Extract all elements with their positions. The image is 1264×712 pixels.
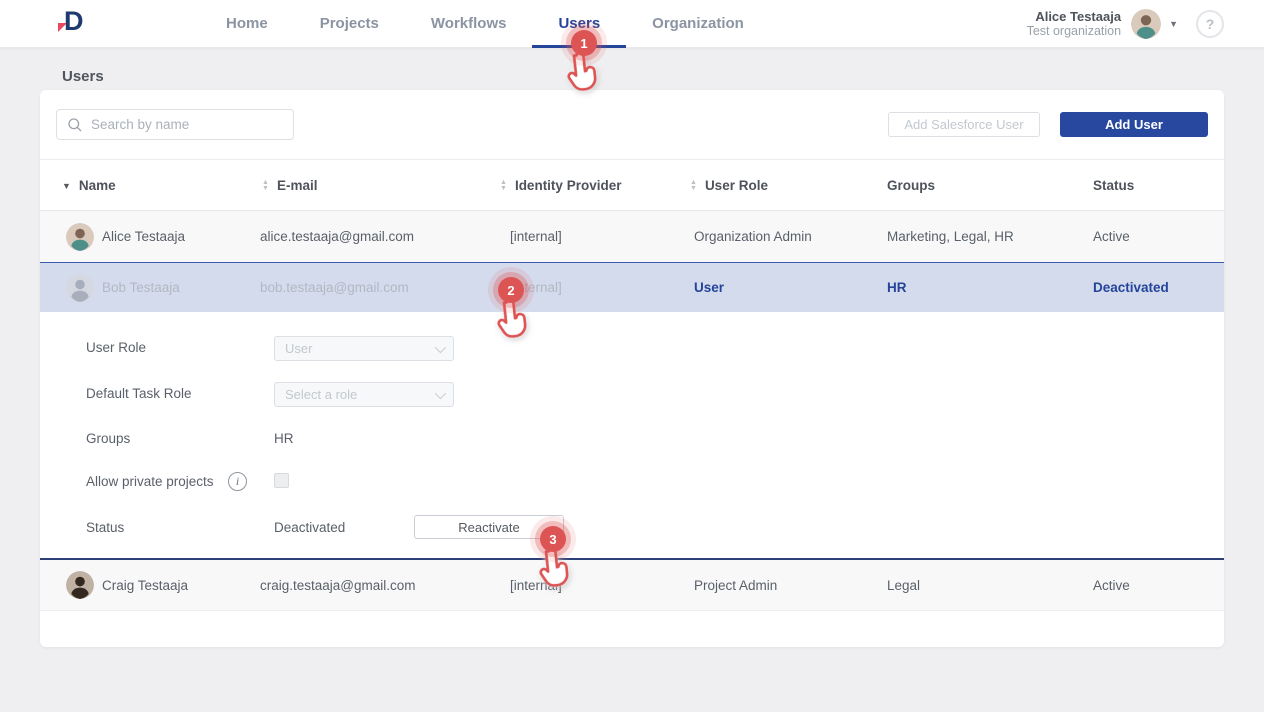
cell-name: Alice Testaaja — [102, 211, 185, 262]
current-user-info: Alice Testaaja Test organization — [1027, 9, 1122, 39]
user-role-dropdown[interactable]: User — [274, 336, 454, 361]
cell-status: Deactivated — [1093, 263, 1169, 312]
info-icon[interactable]: i — [228, 472, 247, 491]
user-detail-panel: User Role User Default Task Role Select … — [40, 312, 1224, 560]
sort-both-icon: ▲▼ — [262, 180, 269, 192]
column-header-email[interactable]: ▲▼ E-mail — [262, 160, 317, 211]
cell-groups: HR — [887, 263, 907, 312]
cell-name: Bob Testaaja — [102, 263, 180, 312]
logo-letter: D — [64, 6, 84, 37]
current-user-name: Alice Testaaja — [1027, 9, 1122, 24]
status-label: Status — [86, 520, 124, 535]
tab-projects[interactable]: Projects — [294, 0, 405, 48]
cell-user-role: Organization Admin — [694, 211, 812, 262]
avatar — [66, 571, 94, 599]
annotation-step-2: 2 — [498, 277, 524, 303]
cell-email: craig.testaaja@gmail.com — [260, 560, 416, 610]
cell-identity-provider: [internal] — [510, 211, 562, 262]
current-user-org: Test organization — [1027, 24, 1122, 39]
main-nav: Home Projects Workflows Users Organizati… — [200, 0, 770, 48]
default-task-role-label: Default Task Role — [86, 386, 192, 401]
column-header-user-role[interactable]: ▲▼ User Role — [690, 160, 768, 211]
sort-both-icon: ▲▼ — [500, 180, 507, 192]
user-role-value: User — [285, 341, 312, 356]
column-label: Groups — [887, 178, 935, 193]
allow-private-projects-checkbox[interactable] — [274, 473, 289, 488]
groups-label: Groups — [86, 431, 130, 446]
page-title: Users — [62, 68, 104, 85]
top-nav: D Home Projects Workflows Users Organiza… — [0, 0, 1264, 48]
cell-email: alice.testaaja@gmail.com — [260, 211, 414, 262]
tab-workflows[interactable]: Workflows — [405, 0, 533, 48]
chevron-down-icon — [435, 387, 446, 398]
column-header-name[interactable]: ▼ Name — [62, 160, 116, 211]
column-label: Status — [1093, 178, 1134, 193]
add-user-button[interactable]: Add User — [1060, 112, 1208, 137]
nav-right: Alice Testaaja Test organization ▼ ? — [1027, 9, 1224, 39]
table-header: ▼ Name ▲▼ E-mail ▲▼ Identity Provider ▲▼… — [40, 160, 1224, 211]
add-salesforce-user-button[interactable]: Add Salesforce User — [888, 112, 1040, 137]
cell-groups: Marketing, Legal, HR — [887, 211, 1014, 262]
tab-home[interactable]: Home — [200, 0, 294, 48]
column-label: Identity Provider — [515, 178, 622, 193]
default-task-role-placeholder: Select a role — [285, 387, 357, 402]
annotation-step-1: 1 — [571, 30, 597, 56]
help-button[interactable]: ? — [1196, 10, 1224, 38]
cell-groups: Legal — [887, 560, 920, 610]
column-header-groups: Groups — [887, 160, 935, 211]
search-box — [56, 109, 294, 140]
cell-name: Craig Testaaja — [102, 560, 188, 610]
allow-private-projects-label: Allow private projects — [86, 474, 214, 489]
user-role-label: User Role — [86, 340, 146, 355]
table-row-alice[interactable]: Alice Testaaja alice.testaaja@gmail.com … — [40, 211, 1224, 262]
avatar — [66, 274, 94, 302]
default-task-role-dropdown[interactable]: Select a role — [274, 382, 454, 407]
users-toolbar: Add Salesforce User Add User — [40, 90, 1224, 160]
cell-email: bob.testaaja@gmail.com — [260, 263, 409, 312]
sort-desc-icon: ▼ — [62, 181, 71, 191]
column-label: Name — [79, 178, 116, 193]
search-icon — [67, 117, 83, 133]
table-row-craig[interactable]: Craig Testaaja craig.testaaja@gmail.com … — [40, 560, 1224, 611]
column-label: E-mail — [277, 178, 318, 193]
tab-organization[interactable]: Organization — [626, 0, 770, 48]
column-label: User Role — [705, 178, 768, 193]
current-user-avatar[interactable] — [1131, 9, 1161, 39]
users-card: Add Salesforce User Add User ▼ Name ▲▼ E… — [40, 90, 1224, 647]
user-menu-caret-icon[interactable]: ▼ — [1169, 19, 1178, 29]
annotation-step-3: 3 — [540, 526, 566, 552]
cell-user-role: User — [694, 263, 724, 312]
avatar — [66, 223, 94, 251]
groups-value: HR — [274, 431, 294, 446]
column-header-identity-provider[interactable]: ▲▼ Identity Provider — [500, 160, 621, 211]
sort-both-icon: ▲▼ — [690, 180, 697, 192]
column-header-status: Status — [1093, 160, 1134, 211]
table-row-bob[interactable]: Bob Testaaja bob.testaaja@gmail.com [int… — [40, 262, 1224, 312]
cell-status: Active — [1093, 560, 1130, 610]
chevron-down-icon — [435, 341, 446, 352]
status-value: Deactivated — [274, 520, 345, 535]
app-logo[interactable]: D — [58, 9, 88, 39]
cell-status: Active — [1093, 211, 1130, 262]
search-input[interactable] — [91, 117, 293, 132]
cell-user-role: Project Admin — [694, 560, 777, 610]
